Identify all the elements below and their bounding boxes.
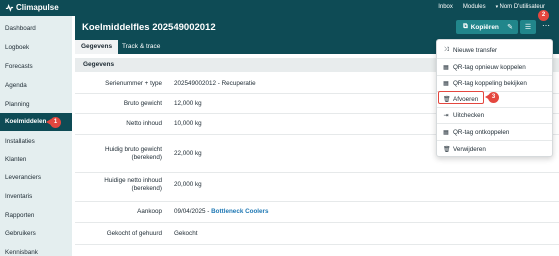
- qr-icon: ▦: [443, 64, 449, 71]
- sidebar-item-rapporten[interactable]: Rapporten: [0, 207, 72, 225]
- page-title: Koelmiddelfles 202549002012: [82, 22, 216, 33]
- field-row: Gekocht of gehuurd Gekocht: [75, 223, 559, 245]
- field-label: Huidig bruto gewicht (berekend): [104, 146, 162, 161]
- checklist-button[interactable]: ☰: [520, 20, 536, 34]
- field-row: Aankoop 09/04/2025 - Bottleneck Coolers: [75, 202, 559, 223]
- sidebar-item-dashboard[interactable]: Dashboard: [0, 20, 72, 38]
- checkout-icon: ⇥: [443, 112, 449, 119]
- menu-item-label: QR-tag ontkoppelen: [453, 128, 510, 136]
- menu-item-label: Nieuwe transfer: [453, 46, 498, 54]
- tab-gegevens[interactable]: Gegevens: [75, 40, 119, 54]
- sidebar-item-planning[interactable]: Planning: [0, 96, 72, 114]
- menu-item-label: QR-tag opnieuw koppelen: [453, 63, 526, 71]
- step-badge-2: 2: [538, 10, 549, 21]
- nav-modules[interactable]: Modules: [463, 4, 486, 10]
- supplier-link[interactable]: Bottleneck Coolers: [211, 208, 268, 215]
- menu-item-qr-opnieuw-koppelen[interactable]: ▦ QR-tag opnieuw koppelen: [437, 60, 552, 74]
- menu-item-verwijderen[interactable]: 🗑 Verwijderen: [437, 142, 552, 156]
- menu-item-nieuwe-transfer[interactable]: ⤨ Nieuwe transfer: [437, 43, 552, 57]
- field-label: Aankoop: [137, 208, 162, 215]
- afvoeren-highlight: [438, 91, 484, 104]
- edit-button[interactable]: ✎: [502, 20, 518, 34]
- step-badge-1: 1: [50, 117, 61, 128]
- sidebar-item-agenda[interactable]: Agenda: [0, 77, 72, 95]
- page-header: Koelmiddelfles 202549002012 ⧉ Kopiëren ✎…: [75, 16, 559, 40]
- user-name: Nom D'utilisateur: [499, 4, 546, 10]
- sidebar-item-installaties[interactable]: Installaties: [0, 133, 72, 151]
- more-dots-icon: ⋯: [542, 21, 550, 30]
- field-value: 22,000 kg: [174, 150, 202, 157]
- qr-icon: ▦: [443, 129, 449, 136]
- copy-button[interactable]: ⧉ Kopiëren: [456, 20, 506, 34]
- top-bar: Climapulse Inbox Modules ▾ Nom D'utilisa…: [0, 0, 559, 16]
- climapulse-logo-icon: [5, 3, 14, 12]
- sidebar-item-gebruikers[interactable]: Gebruikers: [0, 225, 72, 243]
- menu-divider: [437, 58, 552, 59]
- tab-track-trace[interactable]: Track & trace: [116, 40, 166, 54]
- menu-item-label: Uitchecken: [453, 111, 485, 119]
- sidebar-item-koelmiddelen[interactable]: Koelmiddelen: [0, 113, 72, 131]
- field-label: Serienummer + type: [105, 80, 162, 87]
- menu-item-label: QR-tag koppeling bekijken: [453, 79, 527, 87]
- sidebar-item-inventaris[interactable]: Inventaris: [0, 188, 72, 206]
- more-button[interactable]: ⋯: [539, 20, 553, 34]
- sidebar-item-forecasts[interactable]: Forecasts: [0, 58, 72, 76]
- field-label: Netto inhoud: [126, 120, 162, 127]
- menu-divider: [437, 140, 552, 141]
- sidebar-item-logboek[interactable]: Logboek: [0, 39, 72, 57]
- field-value: 20,000 kg: [174, 181, 202, 188]
- copy-button-label: Kopiëren: [470, 23, 499, 31]
- nav-inbox[interactable]: Inbox: [438, 4, 453, 10]
- menu-divider: [437, 123, 552, 124]
- user-menu[interactable]: ▾ Nom D'utilisateur: [496, 4, 545, 10]
- menu-item-qr-koppeling-bekijken[interactable]: ▦ QR-tag koppeling bekijken: [437, 76, 552, 90]
- field-label: Gekocht of gehuurd: [106, 230, 162, 237]
- step-badge-3: 3: [488, 92, 499, 103]
- field-label: Bruto gewicht: [123, 100, 162, 107]
- shuffle-icon: ⤨: [443, 46, 449, 53]
- pencil-icon: ✎: [507, 24, 513, 31]
- field-value: 12,000 kg: [174, 100, 202, 107]
- qr-icon: ▦: [443, 80, 449, 87]
- field-value: 202549002012 - Recuperatie: [174, 80, 256, 87]
- field-label: Huidige netto inhoud (berekend): [104, 177, 162, 192]
- menu-item-uitchecken[interactable]: ⇥ Uitchecken: [437, 108, 552, 122]
- app-name: Climapulse: [16, 3, 59, 12]
- sidebar-item-leveranciers[interactable]: Leveranciers: [0, 169, 72, 187]
- field-row: Huidige netto inhoud (berekend) 20,000 k…: [75, 173, 559, 202]
- app-logo[interactable]: Climapulse: [5, 3, 59, 12]
- menu-item-label: Verwijderen: [453, 145, 486, 153]
- sidebar: Dashboard Logboek Forecasts Agenda Plann…: [0, 16, 72, 256]
- sidebar-item-kennisbank[interactable]: Kennisbank: [0, 244, 72, 256]
- field-value: 09/04/2025 - Bottleneck Coolers: [174, 208, 269, 216]
- trash-icon: 🗑: [443, 146, 451, 153]
- field-value: Gekocht: [174, 230, 198, 237]
- copy-icon: ⧉: [463, 23, 468, 30]
- purchase-date: 09/04/2025 -: [174, 208, 210, 215]
- checklist-icon: ☰: [524, 24, 532, 31]
- menu-item-qr-ontkoppelen[interactable]: ▦ QR-tag ontkoppelen: [437, 125, 552, 139]
- field-value: 10,000 kg: [174, 120, 202, 127]
- sidebar-item-klanten[interactable]: Klanten: [0, 151, 72, 169]
